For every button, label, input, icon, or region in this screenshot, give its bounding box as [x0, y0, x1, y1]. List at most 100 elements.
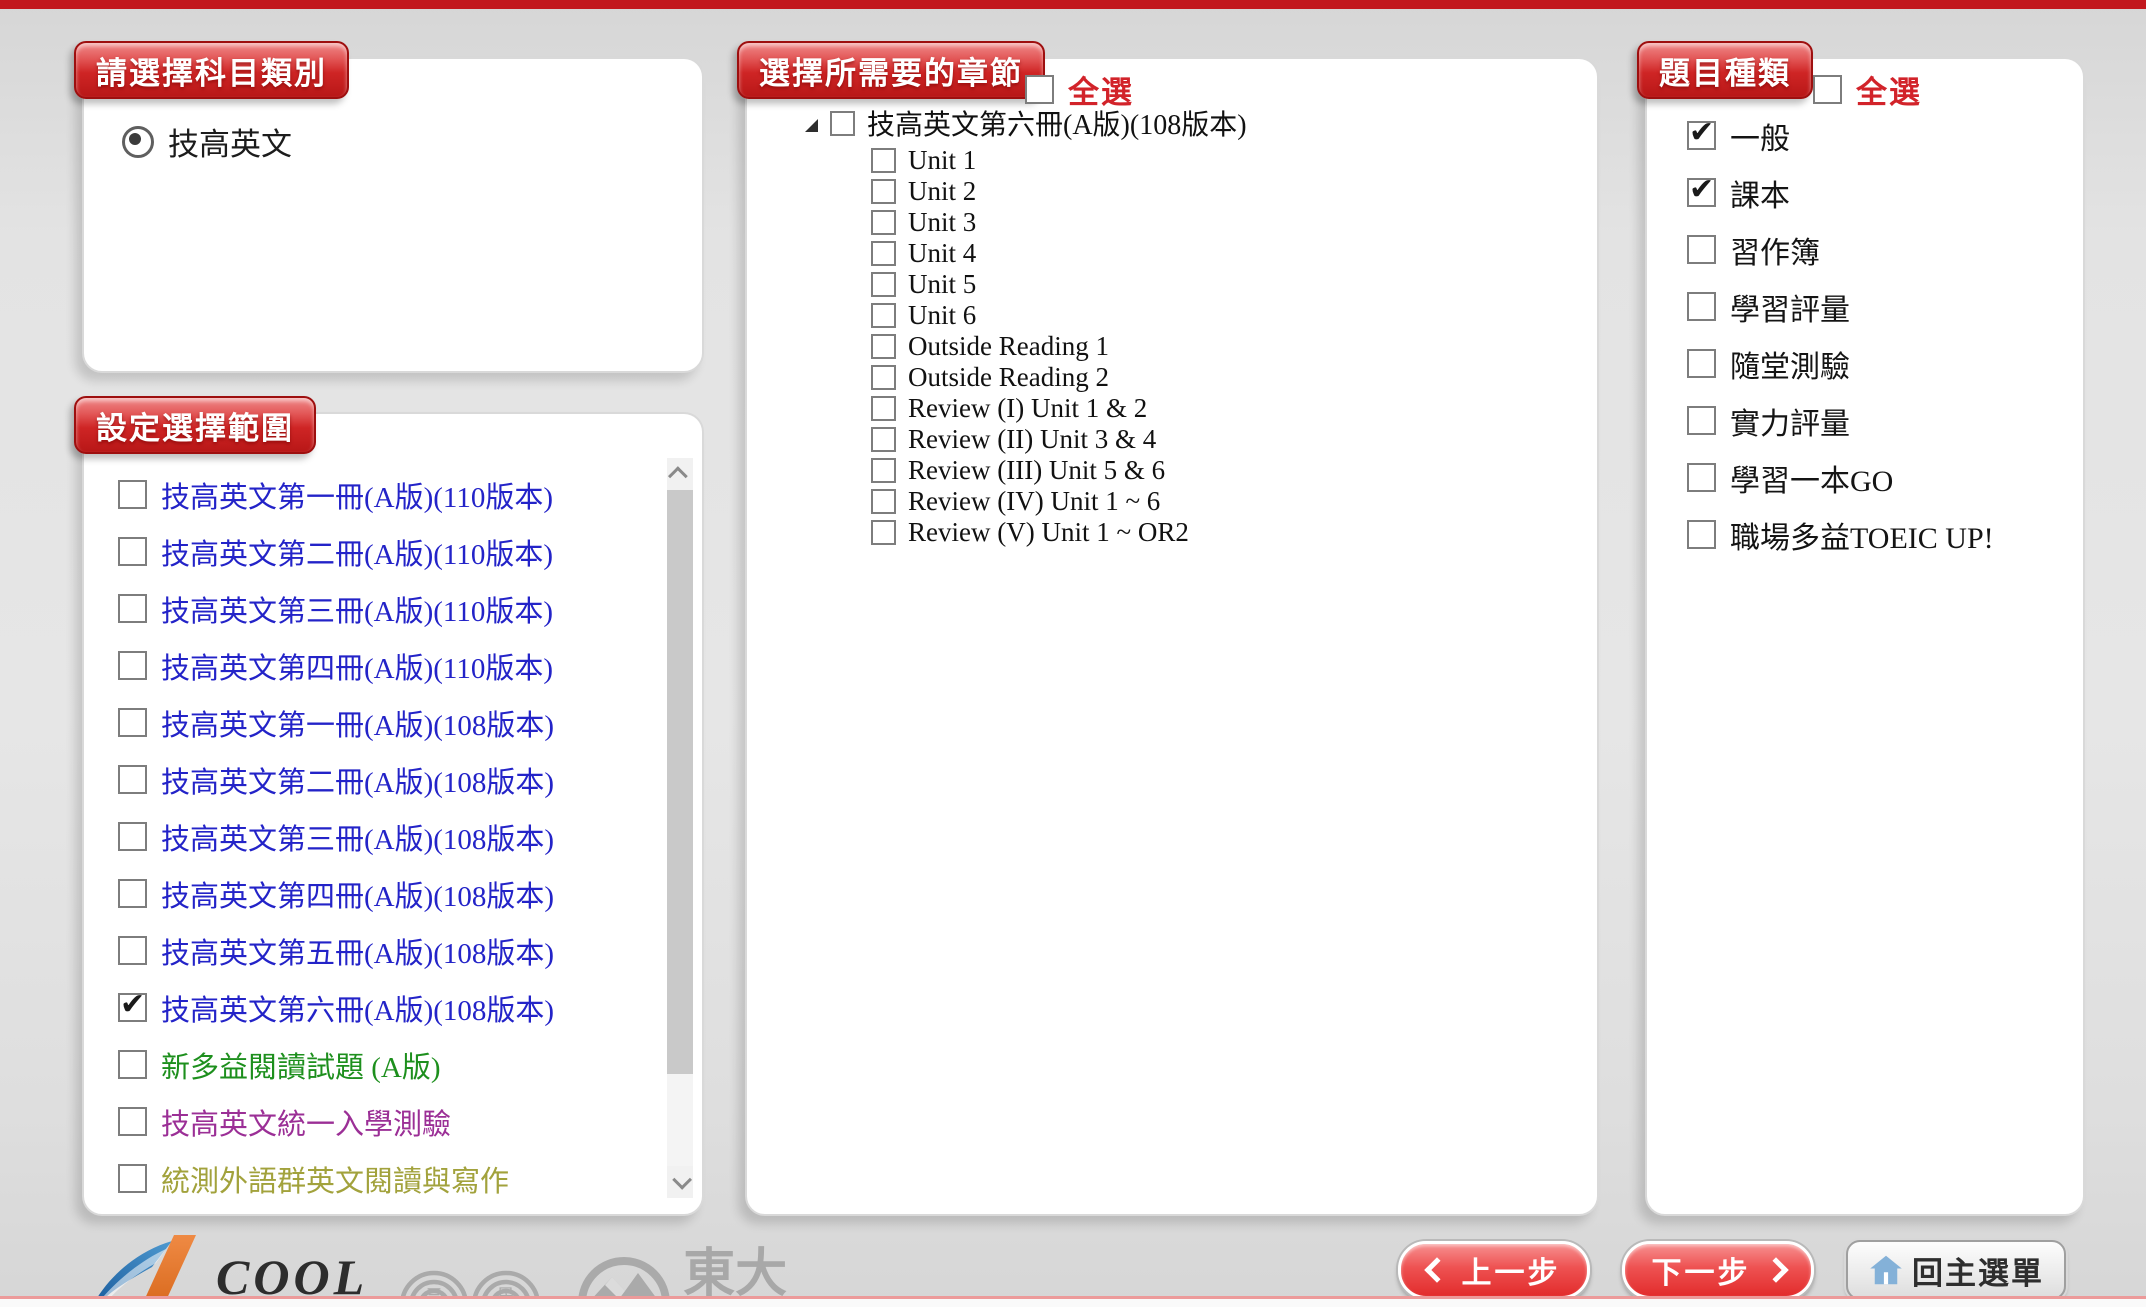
tree-item[interactable]: Review (II) Unit 3 & 4 [871, 424, 1597, 455]
chapters-select-all[interactable]: 全選 [1025, 67, 1134, 112]
checkbox[interactable] [1687, 406, 1716, 435]
checkbox[interactable] [871, 179, 896, 204]
type-item[interactable]: 學習評量 [1687, 278, 2083, 335]
range-item[interactable]: 技高英文統一入學測驗 [118, 1093, 702, 1150]
tree-item-label[interactable]: Outside Reading 2 [908, 362, 1109, 393]
range-item[interactable]: 技高英文第一冊(A版)(110版本) [118, 466, 702, 523]
checkbox[interactable] [118, 1164, 147, 1193]
checkbox[interactable] [1687, 292, 1716, 321]
scroll-down-button[interactable] [667, 1166, 693, 1198]
type-item[interactable]: 職場多益TOEIC UP! [1687, 506, 2083, 563]
type-item-label[interactable]: 一般 [1730, 114, 1790, 158]
tree-item[interactable]: Review (I) Unit 1 & 2 [871, 393, 1597, 424]
checkbox[interactable] [118, 651, 147, 680]
tree-item[interactable]: Review (IV) Unit 1 ~ 6 [871, 486, 1597, 517]
range-item-label[interactable]: 新多益閱讀試題 (A版) [161, 1044, 441, 1086]
select-all-label[interactable]: 全選 [1856, 67, 1922, 112]
tree-item-label[interactable]: Review (II) Unit 3 & 4 [908, 424, 1156, 455]
type-item[interactable]: 一般 [1687, 107, 2083, 164]
range-item[interactable]: 新多益閱讀試題 (A版) [118, 1036, 702, 1093]
range-item-label[interactable]: 統測外語群英文閱讀與寫作 [161, 1158, 509, 1200]
range-scrollbar[interactable] [667, 458, 693, 1198]
range-item[interactable]: 技高英文第六冊(A版)(108版本) [118, 979, 702, 1036]
checkbox[interactable] [118, 480, 147, 509]
tree-item-label[interactable]: Review (III) Unit 5 & 6 [908, 455, 1165, 486]
range-item-label[interactable]: 技高英文第二冊(A版)(108版本) [161, 759, 554, 801]
type-item[interactable]: 隨堂測驗 [1687, 335, 2083, 392]
checkbox[interactable] [871, 427, 896, 452]
type-item-label[interactable]: 隨堂測驗 [1730, 342, 1850, 386]
subject-radio[interactable] [122, 126, 154, 158]
tree-item[interactable]: Unit 6 [871, 300, 1597, 331]
select-all-label[interactable]: 全選 [1068, 67, 1134, 112]
checkbox[interactable] [871, 489, 896, 514]
range-item-label[interactable]: 技高英文統一入學測驗 [161, 1101, 451, 1143]
tree-item-label[interactable]: Outside Reading 1 [908, 331, 1109, 362]
type-item[interactable]: 習作簿 [1687, 221, 2083, 278]
range-item[interactable]: 技高英文第一冊(A版)(108版本) [118, 694, 702, 751]
range-item-label[interactable]: 技高英文第五冊(A版)(108版本) [161, 930, 554, 972]
scroll-up-button[interactable] [667, 458, 693, 490]
types-select-all[interactable]: 全選 [1813, 67, 1922, 112]
range-item[interactable]: 技高英文第二冊(A版)(110版本) [118, 523, 702, 580]
range-item[interactable]: 技高英文第五冊(A版)(108版本) [118, 922, 702, 979]
next-step-button[interactable]: 下一步 [1622, 1241, 1814, 1299]
checkbox[interactable] [1687, 520, 1716, 549]
range-item-label[interactable]: 技高英文第二冊(A版)(110版本) [161, 531, 553, 573]
type-item-label[interactable]: 學習一本GO [1730, 456, 1893, 500]
checkbox[interactable] [118, 879, 147, 908]
checkbox[interactable] [871, 272, 896, 297]
tree-item-label[interactable]: Review (I) Unit 1 & 2 [908, 393, 1147, 424]
range-item-label[interactable]: 技高英文第一冊(A版)(108版本) [161, 702, 554, 744]
checkbox[interactable] [118, 822, 147, 851]
tree-item[interactable]: Review (III) Unit 5 & 6 [871, 455, 1597, 486]
checkbox[interactable] [871, 303, 896, 328]
checkbox[interactable] [871, 148, 896, 173]
checkbox[interactable] [118, 1050, 147, 1079]
checkbox[interactable] [871, 396, 896, 421]
range-item[interactable]: 統測外語群英文閱讀與寫作 [118, 1150, 702, 1207]
checkbox[interactable] [1687, 349, 1716, 378]
checkbox[interactable] [871, 241, 896, 266]
tree-item-label[interactable]: Review (V) Unit 1 ~ OR2 [908, 517, 1189, 548]
scrollbar-thumb[interactable] [667, 490, 693, 1074]
select-all-checkbox[interactable] [1813, 75, 1842, 104]
range-item-label[interactable]: 技高英文第一冊(A版)(110版本) [161, 474, 553, 516]
checkbox[interactable] [118, 708, 147, 737]
checkbox[interactable] [1687, 178, 1716, 207]
subject-option-label[interactable]: 技高英文 [168, 119, 292, 164]
checkbox[interactable] [118, 993, 147, 1022]
checkbox[interactable] [118, 537, 147, 566]
type-item-label[interactable]: 職場多益TOEIC UP! [1730, 513, 1994, 557]
checkbox[interactable] [871, 365, 896, 390]
tree-item[interactable]: Outside Reading 2 [871, 362, 1597, 393]
checkbox[interactable] [118, 936, 147, 965]
type-item[interactable]: 學習一本GO [1687, 449, 2083, 506]
tree-root[interactable]: 技高英文第六冊(A版)(108版本) [805, 105, 1597, 141]
checkbox[interactable] [118, 765, 147, 794]
checkbox[interactable] [871, 458, 896, 483]
range-item[interactable]: 技高英文第三冊(A版)(110版本) [118, 580, 702, 637]
range-item[interactable]: 技高英文第四冊(A版)(110版本) [118, 637, 702, 694]
prev-step-button[interactable]: 上一步 [1398, 1241, 1590, 1299]
checkbox[interactable] [118, 1107, 147, 1136]
tree-item-label[interactable]: Unit 5 [908, 269, 976, 300]
checkbox[interactable] [1687, 121, 1716, 150]
tree-expander-icon[interactable] [805, 119, 818, 132]
checkbox[interactable] [830, 111, 855, 136]
checkbox[interactable] [118, 594, 147, 623]
checkbox[interactable] [1687, 463, 1716, 492]
checkbox[interactable] [871, 334, 896, 359]
tree-item-label[interactable]: Unit 3 [908, 207, 976, 238]
type-item[interactable]: 實力評量 [1687, 392, 2083, 449]
range-item-label[interactable]: 技高英文第六冊(A版)(108版本) [161, 987, 554, 1029]
checkbox[interactable] [871, 520, 896, 545]
tree-item[interactable]: Unit 4 [871, 238, 1597, 269]
tree-item[interactable]: Unit 1 [871, 145, 1597, 176]
tree-item-label[interactable]: Unit 4 [908, 238, 976, 269]
type-item-label[interactable]: 課本 [1730, 171, 1790, 215]
range-item-label[interactable]: 技高英文第四冊(A版)(110版本) [161, 645, 553, 687]
tree-item[interactable]: Unit 5 [871, 269, 1597, 300]
tree-item-label[interactable]: Unit 2 [908, 176, 976, 207]
tree-item[interactable]: Review (V) Unit 1 ~ OR2 [871, 517, 1597, 548]
